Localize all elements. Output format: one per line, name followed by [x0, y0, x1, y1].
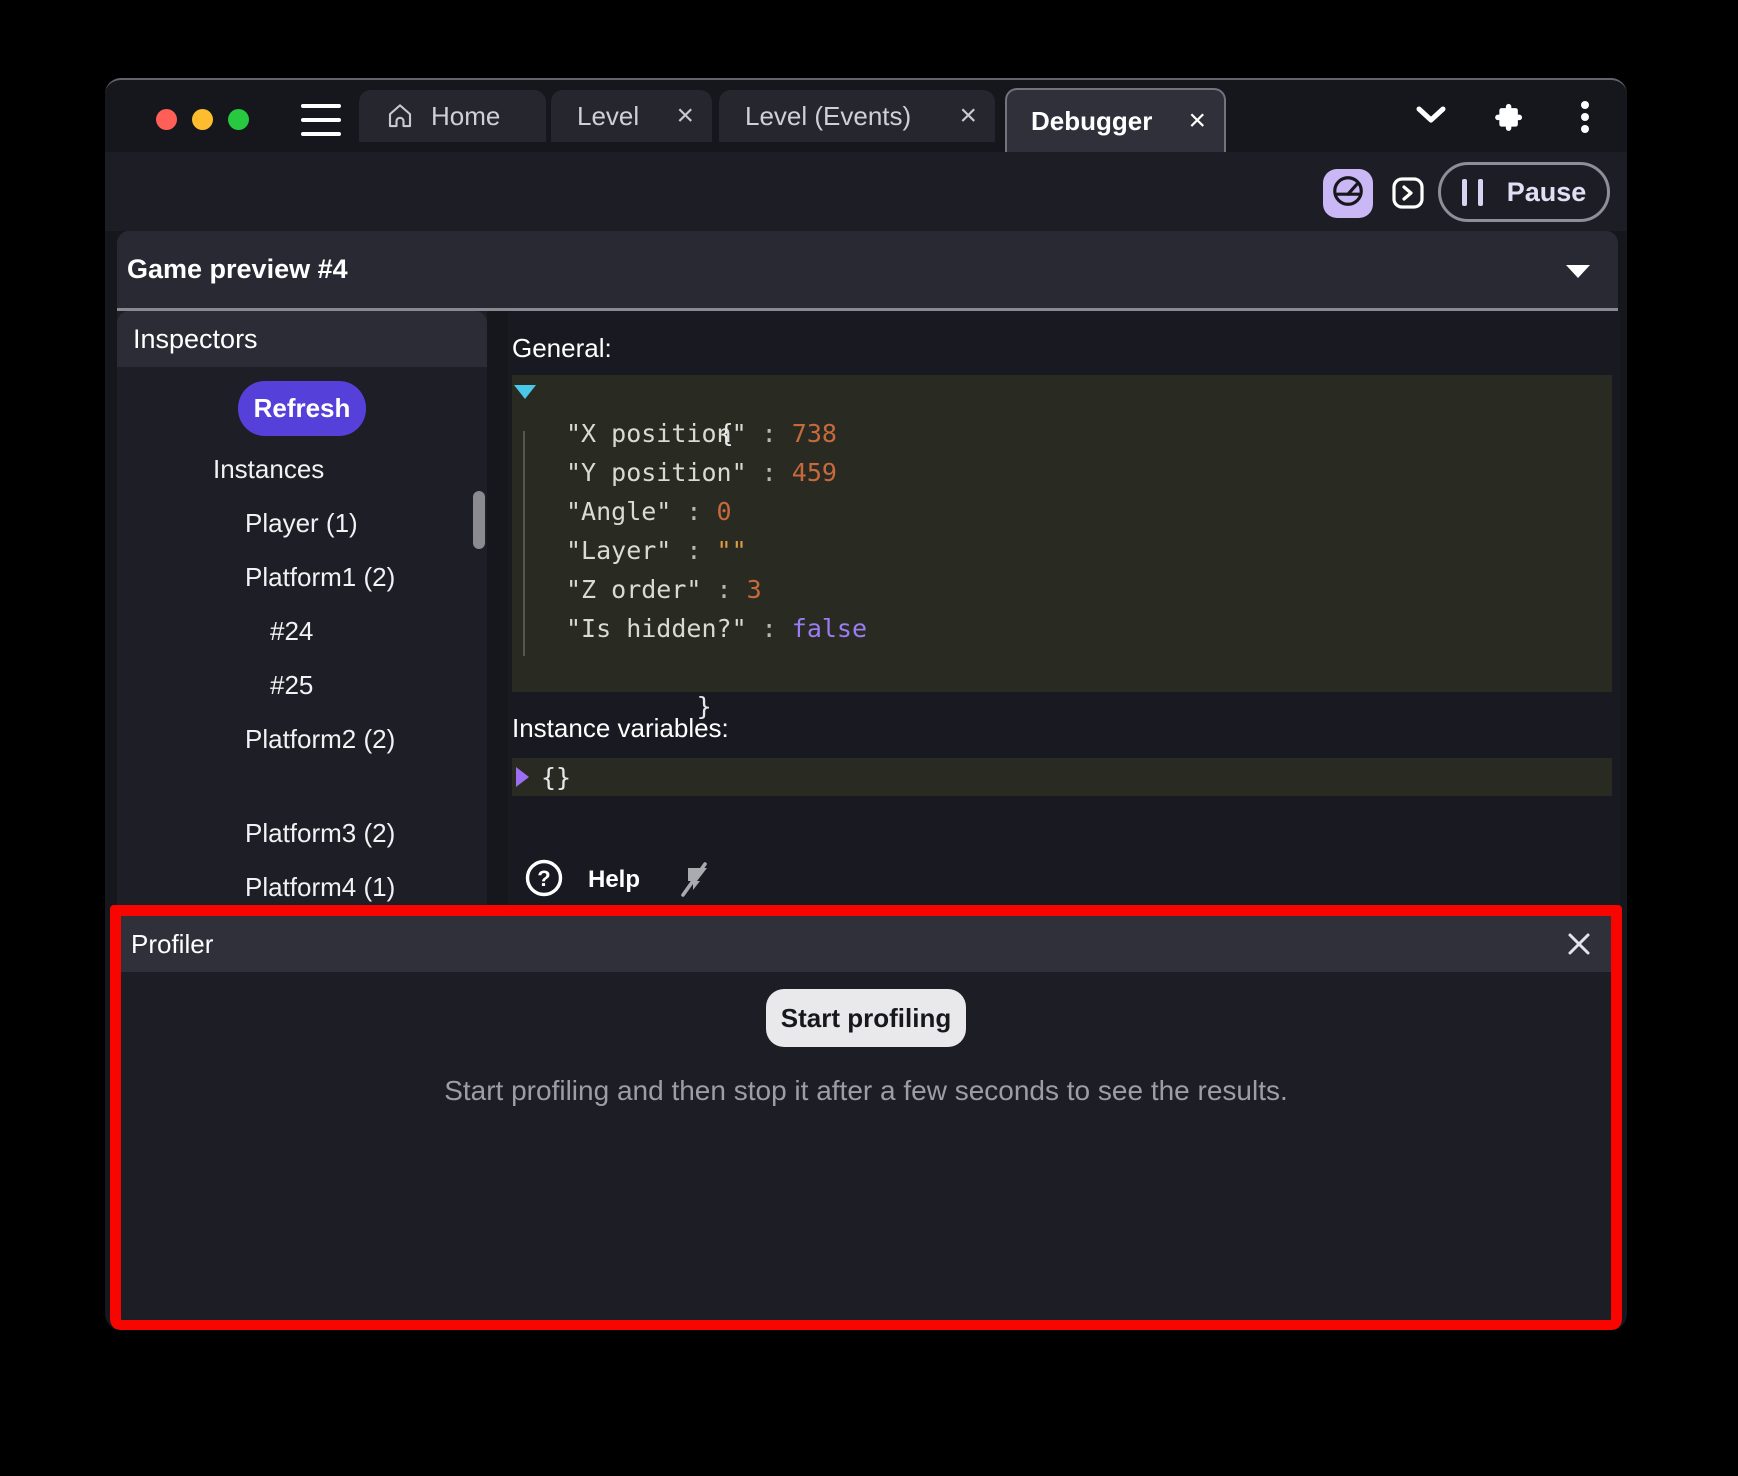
- expand-caret-icon[interactable]: [516, 767, 529, 787]
- minimize-window-button[interactable]: [192, 109, 213, 130]
- tab-label: Home: [431, 101, 500, 132]
- instance-tree-item[interactable]: Platform3 (2): [117, 806, 487, 860]
- hamburger-menu-icon[interactable]: [301, 104, 341, 136]
- help-circle-icon: ?: [524, 858, 564, 903]
- pause-icon: [1462, 179, 1483, 206]
- debugger-toolbar: Pause: [105, 152, 1627, 231]
- inspectors-title: Inspectors: [133, 324, 258, 355]
- chevron-down-icon[interactable]: [1414, 104, 1448, 126]
- instance-tree-item[interactable]: Player (1): [117, 496, 487, 550]
- profiler-hint-text: Start profiling and then stop it after a…: [444, 1075, 1288, 1107]
- speedometer-icon: [1330, 173, 1366, 214]
- svg-text:?: ?: [537, 866, 550, 891]
- game-preview-title: Game preview #4: [127, 254, 348, 285]
- instance-tree-item[interactable]: Platform2 (2): [117, 712, 487, 766]
- instance-variables-row[interactable]: {}: [512, 758, 1612, 796]
- close-tab-icon[interactable]: ×: [676, 101, 694, 131]
- instance-tree-item[interactable]: Instances: [117, 442, 487, 496]
- kebab-menu-icon[interactable]: [1579, 100, 1591, 134]
- profiler-header: Profiler: [121, 916, 1611, 972]
- profiler-panel: Profiler Start profiling Start profiling…: [110, 905, 1622, 1330]
- close-tab-icon[interactable]: ×: [959, 101, 977, 131]
- titlebar: Home Level × Level (Events) × Debugger ×: [105, 80, 1627, 152]
- help-button[interactable]: ? Help: [524, 858, 640, 903]
- close-profiler-icon[interactable]: [1565, 930, 1593, 958]
- sidebar-scrollbar-thumb[interactable]: [473, 491, 485, 549]
- start-profiling-button[interactable]: Start profiling: [766, 989, 966, 1047]
- pause-label: Pause: [1507, 177, 1587, 208]
- help-row: ? Help: [508, 855, 713, 905]
- terminal-icon: [1391, 176, 1425, 210]
- collapse-caret-icon[interactable]: [514, 385, 536, 399]
- json-close-row: }: [512, 648, 1612, 687]
- inspectors-header: Inspectors: [117, 311, 487, 367]
- instances-list: InstancesPlayer (1)Platform1 (2)#24#25Pl…: [117, 442, 487, 905]
- instance-tree-item[interactable]: Platform4 (1): [117, 860, 487, 905]
- profiler-title: Profiler: [131, 929, 213, 960]
- profiler-body: Start profiling Start profiling and then…: [121, 972, 1611, 1107]
- dropdown-caret-icon[interactable]: [1566, 265, 1590, 278]
- json-root-row: {: [512, 375, 1612, 414]
- json-property-row: "Layer" : "": [512, 531, 1612, 570]
- close-tab-icon[interactable]: ×: [1188, 106, 1206, 136]
- general-json-tree: { "X position" : 738"Y position" : 459"A…: [512, 375, 1612, 692]
- close-window-button[interactable]: [156, 109, 177, 130]
- console-button[interactable]: [1391, 176, 1425, 210]
- json-property-row: "Is hidden?" : false: [512, 609, 1612, 648]
- refresh-button[interactable]: Refresh: [238, 381, 366, 436]
- tab-label: Level: [577, 101, 639, 132]
- tree-guide-line: [523, 431, 525, 656]
- instance-tree-item[interactable]: #25: [117, 658, 487, 712]
- instance-variables-label: Instance variables:: [512, 713, 729, 744]
- json-property-row: "Z order" : 3: [512, 570, 1612, 609]
- game-preview-selector[interactable]: Game preview #4: [117, 231, 1618, 311]
- tab-label: Level (Events): [745, 101, 911, 132]
- tab-level[interactable]: Level ×: [551, 90, 712, 142]
- tab-label: Debugger: [1031, 106, 1152, 137]
- tab-home[interactable]: Home: [359, 90, 546, 142]
- instance-tree-item[interactable]: #24: [117, 604, 487, 658]
- inspector-panel: General: { "X position" : 738"Y position…: [508, 311, 1620, 905]
- screenshot-stage: Home Level × Level (Events) × Debugger ×: [0, 0, 1738, 1476]
- pause-button[interactable]: Pause: [1438, 162, 1610, 222]
- instance-variables-value: {}: [541, 763, 571, 792]
- general-section-label: General:: [512, 333, 612, 364]
- content-area: Inspectors Refresh InstancesPlayer (1)Pl…: [105, 311, 1627, 905]
- profiler-toggle-button[interactable]: [1323, 169, 1373, 218]
- follow-off-icon[interactable]: [673, 860, 713, 900]
- help-label: Help: [588, 866, 640, 894]
- tab-level-events[interactable]: Level (Events) ×: [719, 90, 995, 142]
- zoom-window-button[interactable]: [228, 109, 249, 130]
- app-window: Home Level × Level (Events) × Debugger ×: [105, 78, 1627, 1330]
- home-icon: [385, 101, 415, 131]
- puzzle-extensions-icon[interactable]: [1492, 100, 1524, 132]
- tab-debugger[interactable]: Debugger ×: [1005, 88, 1226, 152]
- instance-tree-item[interactable]: Platform1 (2): [117, 550, 487, 604]
- json-property-row: "Angle" : 0: [512, 492, 1612, 531]
- inspectors-sidebar: Inspectors Refresh InstancesPlayer (1)Pl…: [117, 311, 487, 905]
